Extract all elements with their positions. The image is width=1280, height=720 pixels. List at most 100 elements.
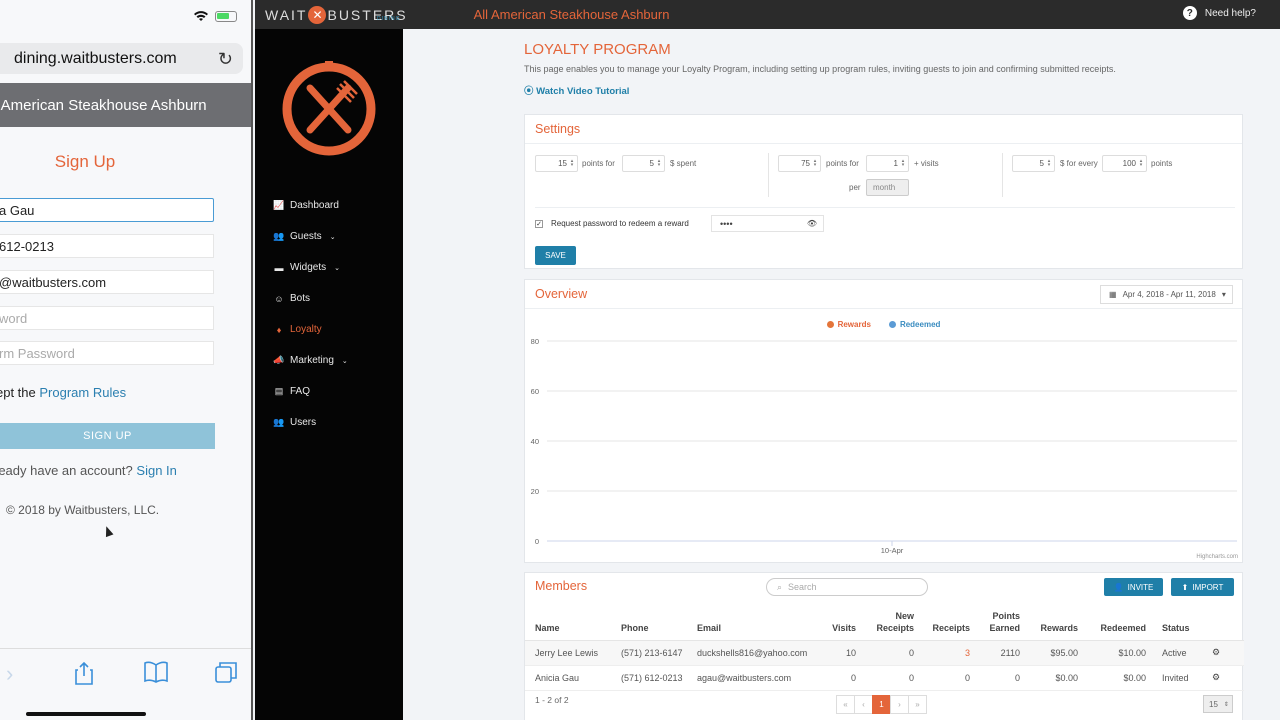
sidebar-item-label: FAQ xyxy=(290,386,311,397)
browser-toolbar: › xyxy=(0,648,251,720)
column-header[interactable]: Visits xyxy=(812,607,862,641)
members-card: Members ⌕ Search 👤 INVITE ⬆ IMPORT Name P… xyxy=(524,572,1244,720)
save-button[interactable]: SAVE xyxy=(535,246,576,265)
request-password-checkbox[interactable]: ✓ xyxy=(535,220,543,228)
rule3-points-label: points xyxy=(1151,159,1173,168)
x-tick-label: 10-Apr xyxy=(881,546,904,555)
cell-receipts[interactable]: 3 xyxy=(920,640,976,666)
venue-name[interactable]: All American Steakhouse Ashburn xyxy=(474,7,670,22)
phone-field[interactable]: 612-0213 xyxy=(0,234,214,258)
forward-icon[interactable]: › xyxy=(6,661,13,687)
column-header[interactable]: Redeemed xyxy=(1084,607,1152,641)
rule3-dollars-stepper[interactable]: 5 xyxy=(1012,155,1055,172)
first-page-button[interactable]: « xyxy=(836,695,855,714)
password-field[interactable]: word xyxy=(0,306,214,330)
legend-redeemed[interactable]: Redeemed xyxy=(888,320,940,329)
chevron-down-icon: ⌄ xyxy=(329,233,336,241)
sidebar-item-users[interactable]: 👥 Users xyxy=(255,407,403,438)
email-field[interactable]: @waitbusters.com xyxy=(0,270,214,294)
column-header xyxy=(1202,607,1244,641)
cell-phone: (571) 612-0213 xyxy=(611,665,687,691)
table-header: Name Phone Email Visits New Receipts Receipts… xyxy=(525,607,1244,641)
column-header[interactable]: Points Earned xyxy=(976,607,1026,641)
column-header[interactable]: Rewards xyxy=(1026,607,1084,641)
mouse-cursor-icon xyxy=(102,524,114,538)
cell-points: 0 xyxy=(976,665,1026,691)
sidebar-item-dashboard[interactable]: 📈 Dashboard xyxy=(255,190,403,221)
rule2-points-stepper[interactable]: 75 xyxy=(778,155,821,172)
video-tutorial-link[interactable]: ⦿ Watch Video Tutorial xyxy=(524,83,629,97)
diamond-icon: ♦ xyxy=(276,324,282,335)
users-icon: 👥 xyxy=(273,417,285,427)
rule1-dollars-stepper[interactable]: 5 xyxy=(622,155,665,172)
table-row[interactable]: Jerry Lee Lewis (571) 213-6147 duckshells8… xyxy=(525,640,1244,666)
users-icon: 👥 xyxy=(273,231,285,241)
import-button[interactable]: ⬆ IMPORT xyxy=(1171,578,1234,596)
stepper-icon: ⇕ xyxy=(1223,701,1229,708)
per-page-select[interactable]: 15 ⇕ xyxy=(1203,695,1233,713)
gear-icon[interactable]: ⚙ xyxy=(1202,640,1244,666)
signup-title: Sign Up xyxy=(54,152,116,171)
sidebar-item-bots[interactable]: ☺ Bots xyxy=(255,283,403,314)
legend-rewards[interactable]: Rewards xyxy=(826,320,871,329)
rule2-visits-stepper[interactable]: 1 xyxy=(866,155,909,172)
pagination: «‹ 1 ›» xyxy=(836,695,927,714)
video-tutorial-label: Watch Video Tutorial xyxy=(536,86,630,97)
sidebar-nav: 📈 Dashboard 👥 Guests ⌄ ▬ Widgets ⌄ ☺ Bots ♦ Loyalty… xyxy=(255,190,403,438)
next-page-button[interactable]: › xyxy=(890,695,909,714)
help-link[interactable]: ? Need help? xyxy=(1182,6,1256,20)
tabs-icon[interactable] xyxy=(214,661,238,689)
sidebar-item-marketing[interactable]: 📣 Marketing ⌄ xyxy=(255,345,403,376)
chart-credit[interactable]: Highcharts.com xyxy=(1196,554,1238,560)
y-tick-label: 40 xyxy=(531,437,539,446)
cell-status: Active xyxy=(1152,640,1202,666)
reward-password-input[interactable]: •••• 👁 xyxy=(711,215,824,232)
caret-down-icon: ▾ xyxy=(1221,290,1226,299)
rule2-period-select[interactable]: month xyxy=(866,179,909,196)
signup-button[interactable]: SIGN UP xyxy=(0,423,215,449)
bot-icon: ☺ xyxy=(274,293,284,304)
column-header[interactable]: Name xyxy=(525,607,611,641)
divider xyxy=(768,153,769,197)
sidebar-item-label: Dashboard xyxy=(290,200,339,211)
members-table: Name Phone Email Visits New Receipts Receipts… xyxy=(525,607,1244,691)
rule3-points-stepper[interactable]: 100 xyxy=(1102,155,1147,172)
per-page-value: 15 xyxy=(1209,699,1218,709)
copyright: © 2018 by Waitbusters, LLC. xyxy=(6,503,160,517)
bookmarks-icon[interactable] xyxy=(143,661,169,689)
column-header[interactable]: Status xyxy=(1152,607,1202,641)
wifi-icon xyxy=(194,11,208,21)
phone-browser: dining.waitbusters.com ↻ l American Stea… xyxy=(0,0,253,720)
name-field[interactable]: a Gau xyxy=(0,198,214,222)
sidebar-item-guests[interactable]: 👥 Guests ⌄ xyxy=(255,221,403,252)
table-row[interactable]: Anicia Gau (571) 612-0213 agau@waitbusters… xyxy=(525,665,1244,691)
sign-in-link[interactable]: Sign In xyxy=(136,463,176,478)
prev-page-button[interactable]: ‹ xyxy=(854,695,873,714)
sidebar-item-loyalty[interactable]: ♦ Loyalty xyxy=(255,314,403,345)
column-header[interactable]: New Receipts xyxy=(862,607,920,641)
confirm-password-field[interactable]: rm Password xyxy=(0,341,214,365)
sidebar-item-widgets[interactable]: ▬ Widgets ⌄ xyxy=(255,252,403,283)
column-header[interactable]: Receipts xyxy=(920,607,976,641)
search-input[interactable]: ⌕ Search xyxy=(766,578,928,596)
last-page-button[interactable]: » xyxy=(908,695,927,714)
invite-button[interactable]: 👤 INVITE xyxy=(1104,578,1163,596)
column-header[interactable]: Phone xyxy=(611,607,687,641)
column-header[interactable]: Email xyxy=(687,607,812,641)
eye-icon[interactable]: 👁 xyxy=(807,219,817,228)
share-icon[interactable] xyxy=(74,661,94,691)
venue-name: l American Steakhouse Ashburn xyxy=(0,96,207,114)
url-bar[interactable]: dining.waitbusters.com ↻ xyxy=(0,43,243,74)
legend-dot xyxy=(826,321,834,328)
sidebar-item-faq[interactable]: ▤ FAQ xyxy=(255,376,403,407)
sidebar-item-label: Guests xyxy=(290,231,322,242)
date-range-picker[interactable]: ▦ Apr 4, 2018 - Apr 11, 2018 ▾ xyxy=(1100,285,1233,304)
gear-icon[interactable]: ⚙ xyxy=(1202,665,1244,691)
page-button[interactable]: 1 xyxy=(872,695,891,714)
rule1-points-stepper[interactable]: 15 xyxy=(535,155,578,172)
overview-chart: 0 20 40 60 80 10-Apr xyxy=(531,337,1237,555)
reload-icon[interactable]: ↻ xyxy=(218,49,233,70)
upload-icon: ⬆ xyxy=(1181,582,1189,592)
have-account-text: ready have an account? xyxy=(0,463,133,478)
program-rules-link[interactable]: Program Rules xyxy=(39,385,126,400)
